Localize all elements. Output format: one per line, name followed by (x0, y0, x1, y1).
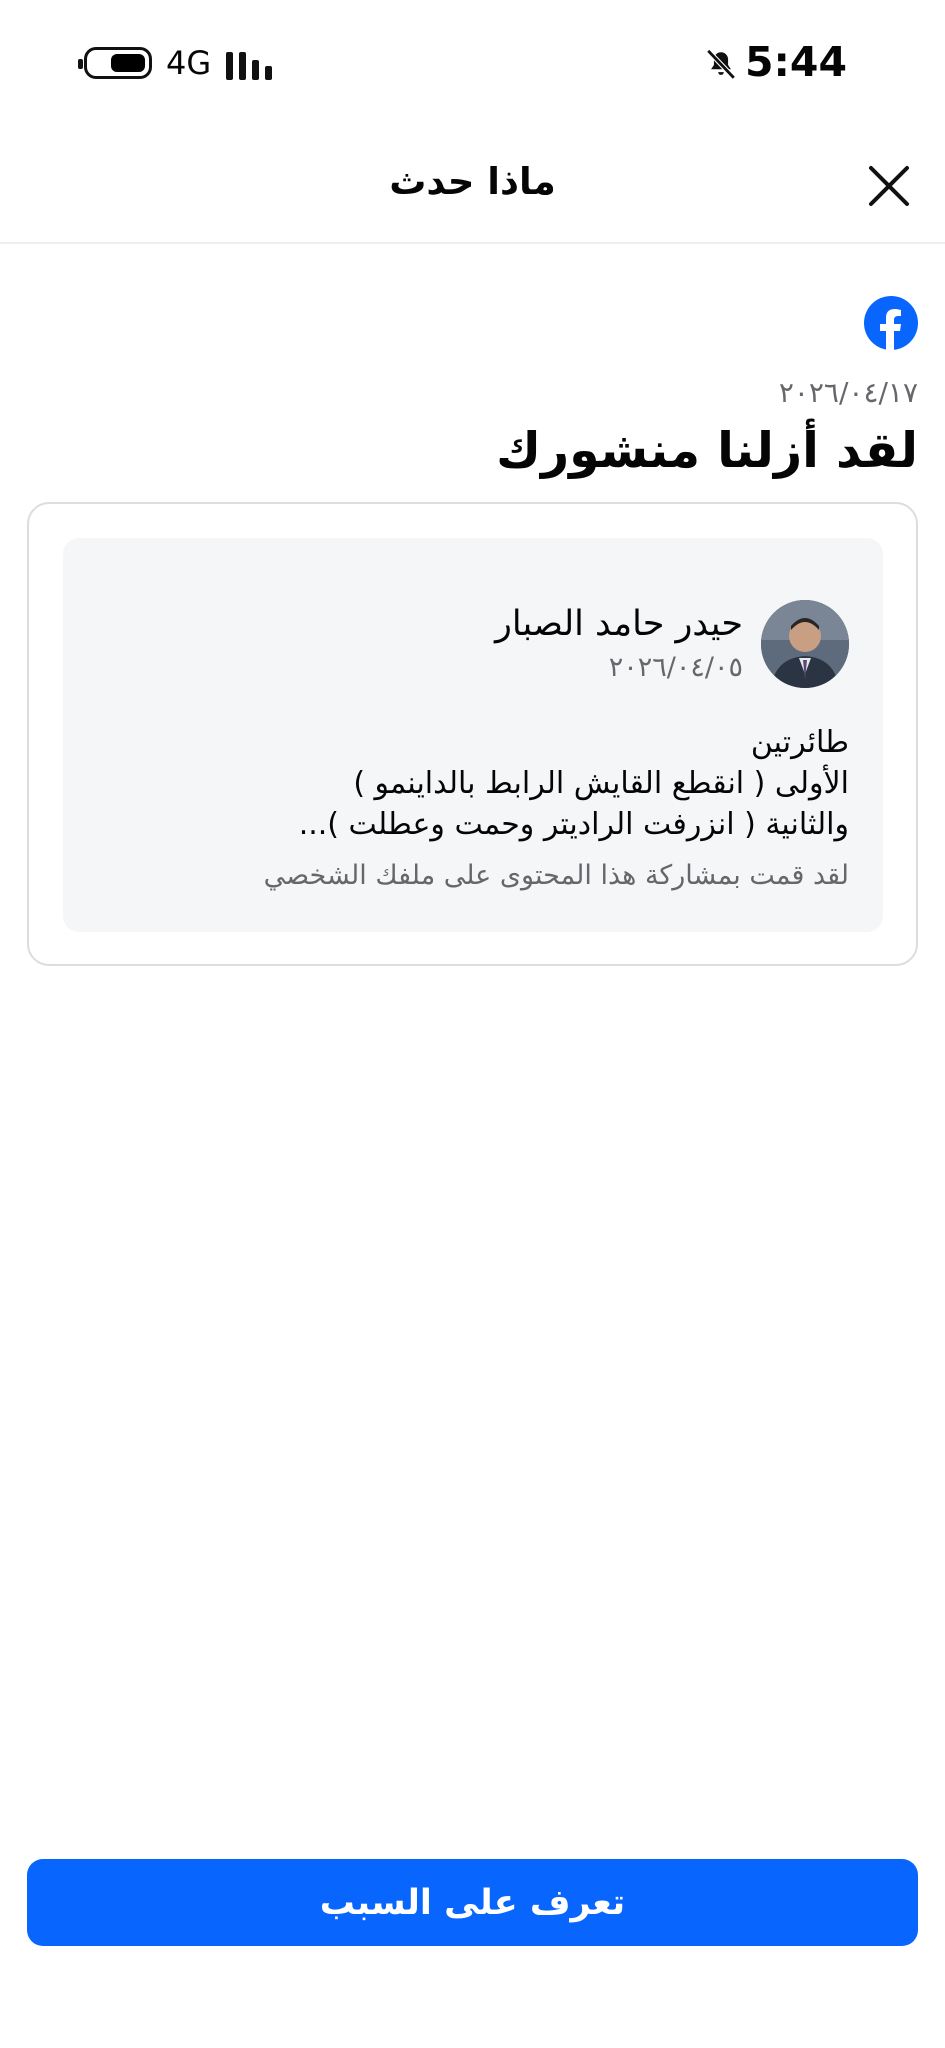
avatar (761, 600, 849, 688)
removed-post-screen: 4G 5:44 ماذا حدث ٢٠٢٦/٠٤/١٧ لقد أزلنا من… (0, 0, 945, 2048)
close-icon[interactable] (863, 160, 915, 212)
post-share-note: لقد قمت بمشاركة هذا المحتوى على ملفك الش… (263, 860, 849, 891)
bell-off-icon (706, 49, 736, 80)
status-bar: 4G 5:44 (0, 0, 945, 120)
facebook-logo-icon (864, 296, 918, 350)
post-text-line: طائرتين (750, 725, 849, 760)
post-preview: حيدر حامد الصبار ٢٠٢٦/٠٤/٠٥ طائرتين الأو… (63, 538, 883, 932)
signal-icon (226, 48, 272, 80)
header: ماذا حدث (0, 120, 945, 244)
notice-title: لقد أزلنا منشورك (496, 422, 918, 479)
learn-why-button[interactable]: تعرف على السبب (27, 1859, 918, 1946)
notice-date: ٢٠٢٦/٠٤/١٧ (778, 376, 918, 409)
post-text-line: والثانية ( انزرفت الراديتر وحمت وعطلت ).… (298, 807, 849, 842)
page-title: ماذا حدث (389, 160, 556, 203)
post-text: طائرتين الأولى ( انقطع القايش الرابط بال… (299, 722, 849, 845)
battery-icon (78, 47, 152, 79)
post-text-line: الأولى ( انقطع القايش الرابط بالداينمو ) (353, 766, 849, 801)
removed-post-card: حيدر حامد الصبار ٢٠٢٦/٠٤/٠٥ طائرتين الأو… (27, 502, 918, 966)
network-type: 4G (166, 44, 212, 82)
clock: 5:44 (745, 38, 847, 86)
post-author: حيدر حامد الصبار (494, 604, 743, 644)
post-date: ٢٠٢٦/٠٤/٠٥ (608, 652, 743, 683)
